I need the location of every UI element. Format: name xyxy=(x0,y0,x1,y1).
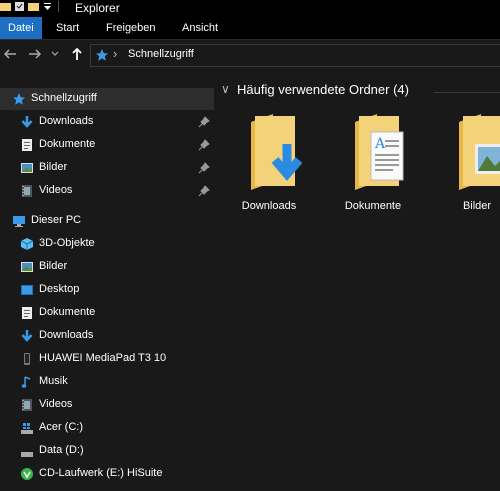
sidebar-item-label: Dokumente xyxy=(39,138,96,150)
sidebar-item-label: Downloads xyxy=(39,329,94,341)
properties-icon[interactable] xyxy=(14,1,25,12)
sidebar-item-label: HUAWEI MediaPad T3 10 xyxy=(39,352,167,364)
sidebar-item-label: Bilder xyxy=(39,161,68,173)
tab-file[interactable]: Datei xyxy=(0,17,42,39)
tab-share[interactable]: Freigeben xyxy=(106,17,156,39)
picture-icon xyxy=(21,262,33,272)
sidebar-item-label: 3D-Objekte xyxy=(39,237,95,249)
desktop-icon xyxy=(21,285,33,295)
new-folder-icon[interactable] xyxy=(28,1,39,12)
sidebar-item-music[interactable]: Musik xyxy=(0,371,214,393)
music-note-icon xyxy=(21,376,31,388)
group-header-frequent-folders[interactable]: Häufig verwendete Ordner (4) xyxy=(237,82,409,97)
sidebar-item-label: Videos xyxy=(39,184,73,196)
folder-tile-label: Bilder xyxy=(462,200,492,212)
document-icon xyxy=(22,307,32,319)
sidebar-item-pictures[interactable]: Bilder xyxy=(0,256,214,278)
computer-icon xyxy=(13,216,25,227)
folder-icon xyxy=(0,3,11,11)
sidebar-item-downloads-pinned[interactable]: Downloads xyxy=(0,111,214,133)
download-arrow-icon xyxy=(21,116,33,128)
pin-icon[interactable] xyxy=(197,161,211,175)
tab-home[interactable]: Start xyxy=(56,17,79,39)
back-arrow-icon[interactable] xyxy=(2,46,18,62)
navigation-pane: Schnellzugriff Downloads Dokumente Bilde… xyxy=(0,70,214,491)
folder-tile-documents[interactable]: A Dokumente xyxy=(323,114,423,224)
sidebar-item-label: Musik xyxy=(39,375,68,387)
sidebar-item-quick-access[interactable]: Schnellzugriff xyxy=(0,88,214,110)
pin-icon[interactable] xyxy=(197,115,211,129)
cube-icon xyxy=(20,238,34,250)
sidebar-item-drive-c[interactable]: Acer (C:) xyxy=(0,417,214,439)
divider xyxy=(434,92,500,93)
film-icon xyxy=(22,185,32,197)
ribbon-tabs: Datei Start Freigeben Ansicht xyxy=(0,17,500,40)
sidebar-item-huawei-device[interactable]: HUAWEI MediaPad T3 10 xyxy=(0,348,214,370)
tab-view[interactable]: Ansicht xyxy=(182,17,218,39)
hisuite-disc-icon xyxy=(21,468,33,480)
title-bar: Explorer xyxy=(0,0,500,17)
forward-arrow-icon[interactable] xyxy=(27,46,43,62)
pictures-folder-icon xyxy=(459,114,500,190)
sidebar-item-downloads[interactable]: Downloads xyxy=(0,325,214,347)
chevron-down-icon[interactable]: ∨ xyxy=(221,82,230,96)
sidebar-item-pictures-pinned[interactable]: Bilder xyxy=(0,157,214,179)
folder-tile-pictures[interactable]: Bilder xyxy=(427,114,500,224)
sidebar-item-label: Videos xyxy=(39,398,73,410)
download-arrow-icon xyxy=(21,330,33,342)
quick-access-star-icon xyxy=(96,49,108,61)
sidebar-item-label: Dokumente xyxy=(39,306,96,318)
sidebar-item-label: Schnellzugriff xyxy=(31,92,97,104)
folder-tile-label: Downloads xyxy=(241,200,297,212)
navigation-bar: › Schnellzugriff xyxy=(0,40,500,70)
star-icon xyxy=(13,93,25,105)
sidebar-item-documents[interactable]: Dokumente xyxy=(0,302,214,324)
documents-folder-icon: A xyxy=(355,114,404,190)
folder-tile-label: Dokumente xyxy=(344,200,402,212)
document-icon xyxy=(22,139,32,151)
separator xyxy=(58,1,59,12)
windows-drive-icon xyxy=(21,423,33,434)
sidebar-item-videos-pinned[interactable]: Videos xyxy=(0,180,214,202)
sidebar-item-this-pc[interactable]: Dieser PC xyxy=(0,210,214,232)
sidebar-item-label: Downloads xyxy=(39,115,94,127)
content-pane: ∨ Häufig verwendete Ordner (4) Downloads… xyxy=(214,70,500,491)
sidebar-item-label: Desktop xyxy=(39,283,80,295)
film-icon xyxy=(22,399,32,411)
tablet-device-icon xyxy=(24,353,30,365)
sidebar-item-label: Acer (C:) xyxy=(39,421,83,433)
address-bar[interactable]: › Schnellzugriff xyxy=(90,44,500,67)
sidebar-item-label: Data (D:) xyxy=(39,444,84,456)
sidebar-item-cd-drive[interactable]: CD-Laufwerk (E:) HiSuite xyxy=(0,463,214,485)
pin-icon[interactable] xyxy=(197,184,211,198)
sidebar-item-documents-pinned[interactable]: Dokumente xyxy=(0,134,214,156)
breadcrumb-chevron-icon[interactable]: › xyxy=(113,46,117,61)
quick-access-toolbar xyxy=(0,1,59,12)
picture-icon xyxy=(21,163,33,173)
sidebar-item-3d-objects[interactable]: 3D-Objekte xyxy=(0,233,214,255)
drive-icon xyxy=(21,452,33,457)
sidebar-item-drive-d[interactable]: Data (D:) xyxy=(0,440,214,462)
customize-dropdown-icon[interactable] xyxy=(42,1,53,12)
downloads-folder-icon xyxy=(251,114,303,190)
sidebar-item-label: Bilder xyxy=(39,260,68,272)
sidebar-item-label: CD-Laufwerk (E:) HiSuite xyxy=(39,467,163,479)
folder-tile-downloads[interactable]: Downloads xyxy=(219,114,319,224)
pin-icon[interactable] xyxy=(197,138,211,152)
window-title: Explorer xyxy=(75,1,120,15)
recent-locations-chevron-icon[interactable] xyxy=(50,46,60,62)
breadcrumb-location[interactable]: Schnellzugriff xyxy=(128,48,194,60)
sidebar-item-label: Dieser PC xyxy=(31,214,82,226)
sidebar-item-desktop[interactable]: Desktop xyxy=(0,279,214,301)
svg-text:A: A xyxy=(374,136,386,152)
up-arrow-icon[interactable] xyxy=(69,46,85,62)
sidebar-item-videos[interactable]: Videos xyxy=(0,394,214,416)
